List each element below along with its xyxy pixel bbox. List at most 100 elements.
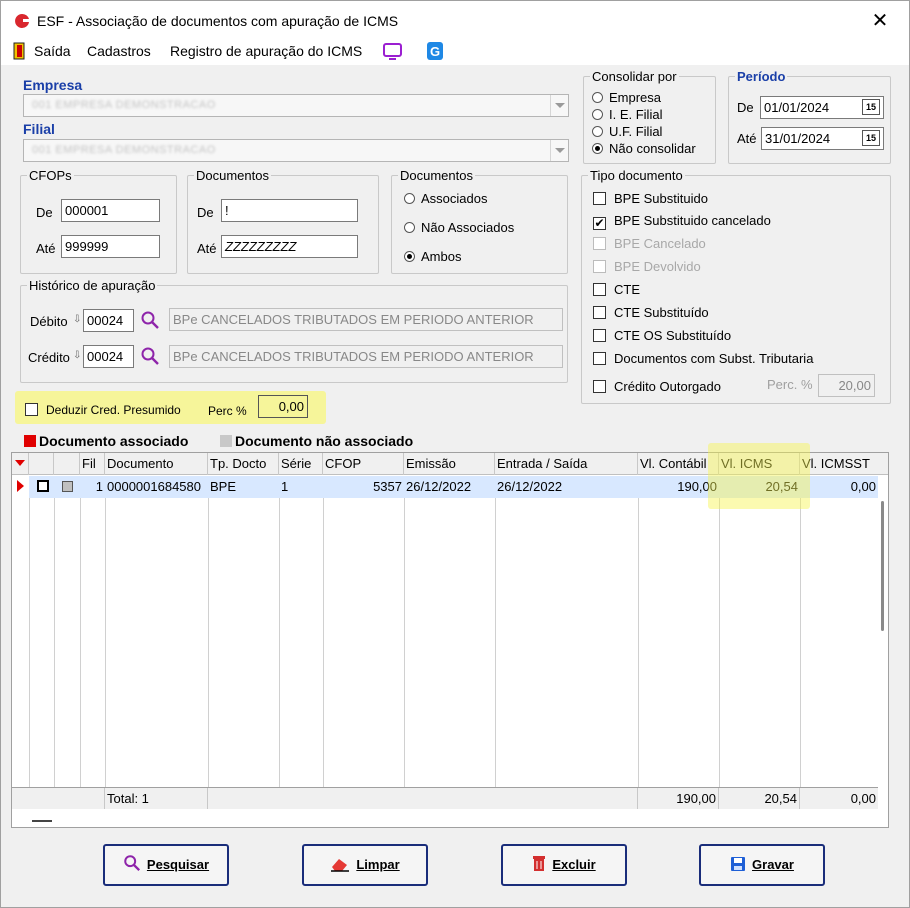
limpar-button[interactable]: Limpar [302,844,428,886]
chk-cte-os-substituido[interactable]: CTE OS Substituído [593,328,731,343]
radio-empresa[interactable]: Empresa [592,90,661,105]
perc-outorgado-input: 20,00 [818,374,875,397]
app-logo-icon [15,13,29,28]
svg-text:G: G [430,44,440,59]
checkbox-icon [593,192,606,205]
cell-documento: 0000001684580 [107,479,201,494]
tipo-documento-legend: Tipo documento [590,168,683,183]
credito-label: Crédito [28,350,70,365]
col-fil[interactable]: Fil [80,453,105,475]
menu-bar: Saída Cadastros Registro de apuração do … [1,39,909,65]
col-vl-icms[interactable]: Vl. ICMS [719,453,800,475]
total-vl-icms: 20,54 [719,788,800,809]
radio-ie-filial[interactable]: I. E. Filial [592,107,662,122]
trash-icon [533,856,546,871]
col-divider [638,498,639,787]
col-entrada-saida[interactable]: Entrada / Saída [495,453,638,475]
col-documento[interactable]: Documento [105,453,208,475]
gravar-label: Gravar [752,857,794,872]
pesquisar-label: Pesquisar [146,857,210,872]
cfop-ate-input[interactable]: 999999 [61,235,160,258]
exit-door-icon [13,42,25,60]
col-serie[interactable]: Série [279,453,323,475]
search-icon[interactable] [140,310,160,330]
close-button[interactable]: ✕ [863,7,897,35]
calendar-icon[interactable]: 15 [862,130,880,146]
checkbox-icon [593,283,606,296]
col-divider [105,498,106,787]
checkbox-icon [25,403,38,416]
deduzir-perc-input[interactable]: 0,00 [258,395,308,418]
checkbox-icon [37,480,49,492]
filial-value: 001 EMPRESA DEMONSTRACAO [32,144,216,156]
menu-registro-apuracao[interactable]: Registro de apuração do ICMS [170,43,362,59]
red-square-icon [24,435,36,447]
search-icon [124,855,140,872]
row-pointer-icon [17,480,24,492]
col-divider [495,498,496,787]
debito-code-input[interactable]: 00024 [83,309,134,332]
chk-cte[interactable]: CTE [593,282,640,297]
col-divider [80,498,81,787]
col-check[interactable] [29,453,54,475]
chk-deduzir-cred-presumido[interactable]: Deduzir Cred. Presumido [25,403,181,417]
radio-nao-associados[interactable]: Não Associados [404,220,514,235]
menu-saida[interactable]: Saída [34,43,71,59]
col-tp-docto[interactable]: Tp. Docto [208,453,279,475]
grid-header: Fil Documento Tp. Docto Série CFOP Emiss… [12,453,888,475]
chk-bpe-substituido-cancelado[interactable]: ✔ BPE Substituido cancelado [593,213,771,230]
credito-desc: BPe CANCELADOS TRIBUTADOS EM PERIODO ANT… [169,345,563,368]
radio-ambos[interactable]: Ambos [404,249,461,264]
radio-nao-consolidar[interactable]: Não consolidar [592,141,696,156]
calendar-icon[interactable]: 15 [862,99,880,115]
monitor-icon[interactable] [383,43,403,61]
chk-cte-substituido[interactable]: CTE Substituído [593,305,709,320]
menu-cadastros[interactable]: Cadastros [87,43,151,59]
sort-indicator[interactable] [12,453,29,475]
gravar-button[interactable]: Gravar [699,844,825,886]
debito-desc: BPe CANCELADOS TRIBUTADOS EM PERIODO ANT… [169,308,563,331]
search-icon[interactable] [140,346,160,366]
filial-select[interactable]: 001 EMPRESA DEMONSTRACAO [23,139,569,162]
checkbox-icon [593,380,606,393]
title-bar: ESF - Associação de documentos com apura… [1,1,909,39]
radio-uf-filial[interactable]: U.F. Filial [592,124,662,139]
chk-bpe-substituido[interactable]: BPE Substituido [593,191,708,206]
consolidar-legend: Consolidar por [592,69,677,84]
total-vl-contabil: 190,00 [638,788,719,809]
empresa-select[interactable]: 001 EMPRESA DEMONSTRACAO [23,94,569,117]
arrow-down-icon: ⇩ [73,350,82,361]
radio-associados[interactable]: Associados [404,191,487,206]
chk-bpe-devolvido: BPE Devolvido [593,259,701,274]
credito-code-input[interactable]: 00024 [83,345,134,368]
help-g-icon[interactable]: G [426,41,444,61]
radio-icon-selected [592,143,603,154]
col-divider [29,498,30,787]
doc-ate-input[interactable]: ZZZZZZZZZ [221,235,358,258]
col-vl-contabil[interactable]: Vl. Contábil [638,453,719,475]
col-flag[interactable] [54,453,80,475]
chk-credito-outorgado[interactable]: Crédito Outorgado [593,379,721,394]
col-emissao[interactable]: Emissão [404,453,495,475]
cell-serie: 1 [281,479,289,494]
chevron-down-icon[interactable] [550,140,568,161]
radio-icon [592,92,603,103]
excluir-button[interactable]: Excluir [501,844,627,886]
row-select-checkbox[interactable] [31,476,53,498]
col-vl-icmsst[interactable]: Vl. ICMSST [800,453,878,475]
cell-emissao: 26/12/2022 [406,479,472,494]
grid-scrollbar[interactable] [881,501,884,631]
doc-de-input[interactable]: ! [221,199,358,222]
empresa-label: Empresa [23,77,83,93]
chevron-down-icon[interactable] [550,95,568,116]
chk-documentos-subst-tributaria[interactable]: Documentos com Subst. Tributaria [593,351,813,366]
cfop-ate-label: Até [36,241,56,256]
cfop-de-input[interactable]: 000001 [61,199,160,222]
pesquisar-button[interactable]: Pesquisar [103,844,229,886]
table-row[interactable]: 1 0000001684580 BPE 1 5357 26/12/2022 26… [12,476,878,498]
col-cfop[interactable]: CFOP [323,453,404,475]
documentos-range-legend: Documentos [196,168,269,183]
doc-ate-label: Até [197,241,217,256]
window-title: ESF - Associação de documentos com apura… [37,13,399,29]
col-divider [323,498,324,787]
